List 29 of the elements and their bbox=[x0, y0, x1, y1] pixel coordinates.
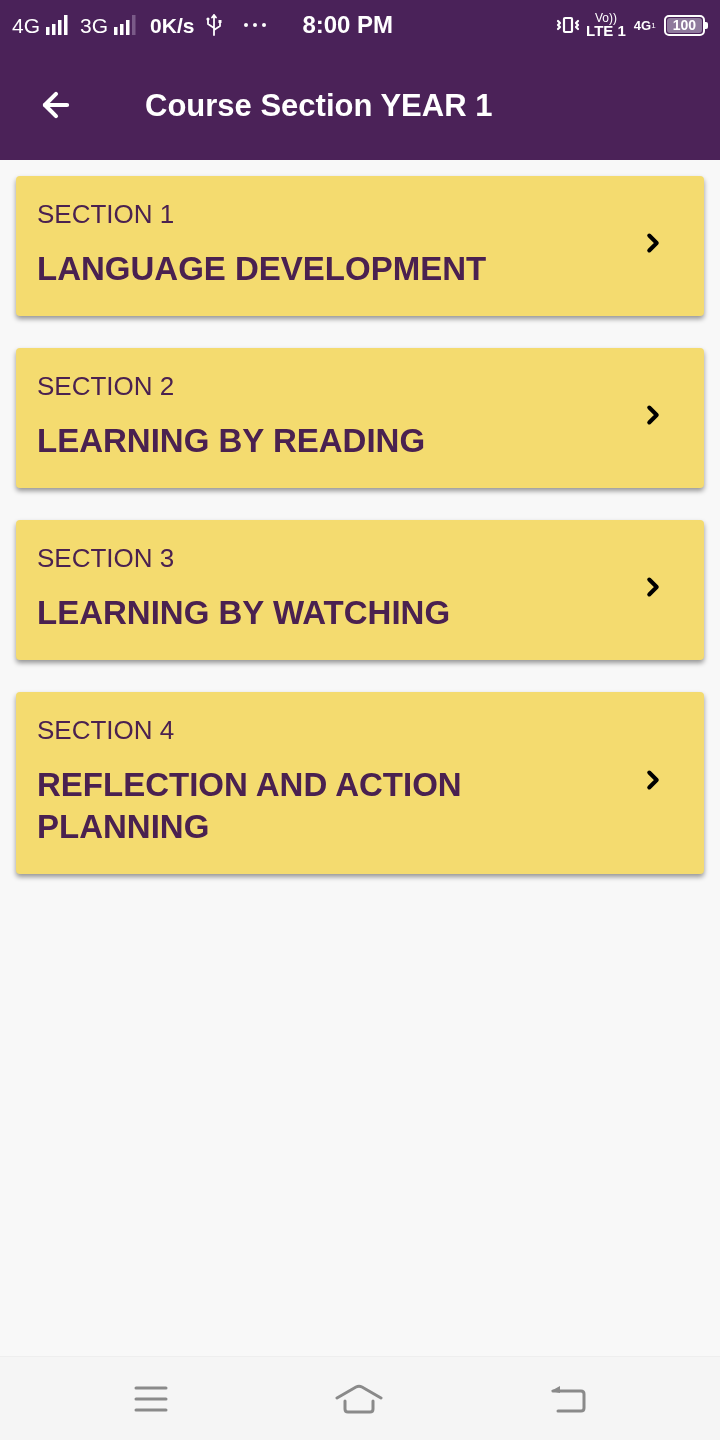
section-number: SECTION 4 bbox=[37, 714, 176, 747]
usb-icon bbox=[206, 14, 223, 36]
network-type: 3G bbox=[80, 14, 109, 36]
section-title: LEARNING BY WATCHING bbox=[37, 593, 452, 633]
back-nav-icon[interactable] bbox=[550, 1384, 587, 1413]
battery-percent: 100 bbox=[666, 17, 702, 33]
section-number: SECTION 3 bbox=[37, 542, 176, 575]
signal-icon bbox=[114, 15, 137, 35]
section-title: LANGUAGE DEVELOPMENT bbox=[37, 249, 488, 289]
page-title: Course Section YEAR 1 bbox=[145, 89, 493, 121]
section-card[interactable]: SECTION 1 LANGUAGE DEVELOPMENT bbox=[16, 176, 704, 316]
section-title: REFLECTION AND ACTION PLANNING bbox=[37, 765, 463, 847]
section-card[interactable]: SECTION 4 REFLECTION AND ACTION PLANNING bbox=[16, 692, 704, 874]
volte-label: Vo)) bbox=[594, 12, 617, 24]
data-network-label: 4G bbox=[633, 18, 652, 32]
lte-label: LTE 1 bbox=[586, 24, 626, 38]
network-speed: 0K/s bbox=[150, 14, 195, 36]
section-number: SECTION 2 bbox=[37, 370, 176, 403]
section-card[interactable]: SECTION 2 LEARNING BY READING bbox=[16, 348, 704, 488]
more-icon bbox=[244, 23, 267, 27]
section-number: SECTION 1 bbox=[37, 198, 176, 231]
network-type: 4G bbox=[12, 14, 40, 36]
sim-number: 1 bbox=[651, 21, 656, 30]
section-card[interactable]: SECTION 3 LEARNING BY WATCHING bbox=[16, 520, 704, 660]
menu-icon[interactable] bbox=[133, 1385, 168, 1412]
section-title: LEARNING BY READING bbox=[37, 421, 427, 461]
status-time: 8:00 PM bbox=[302, 13, 394, 37]
home-icon[interactable] bbox=[335, 1383, 383, 1414]
signal-icon bbox=[46, 15, 68, 35]
